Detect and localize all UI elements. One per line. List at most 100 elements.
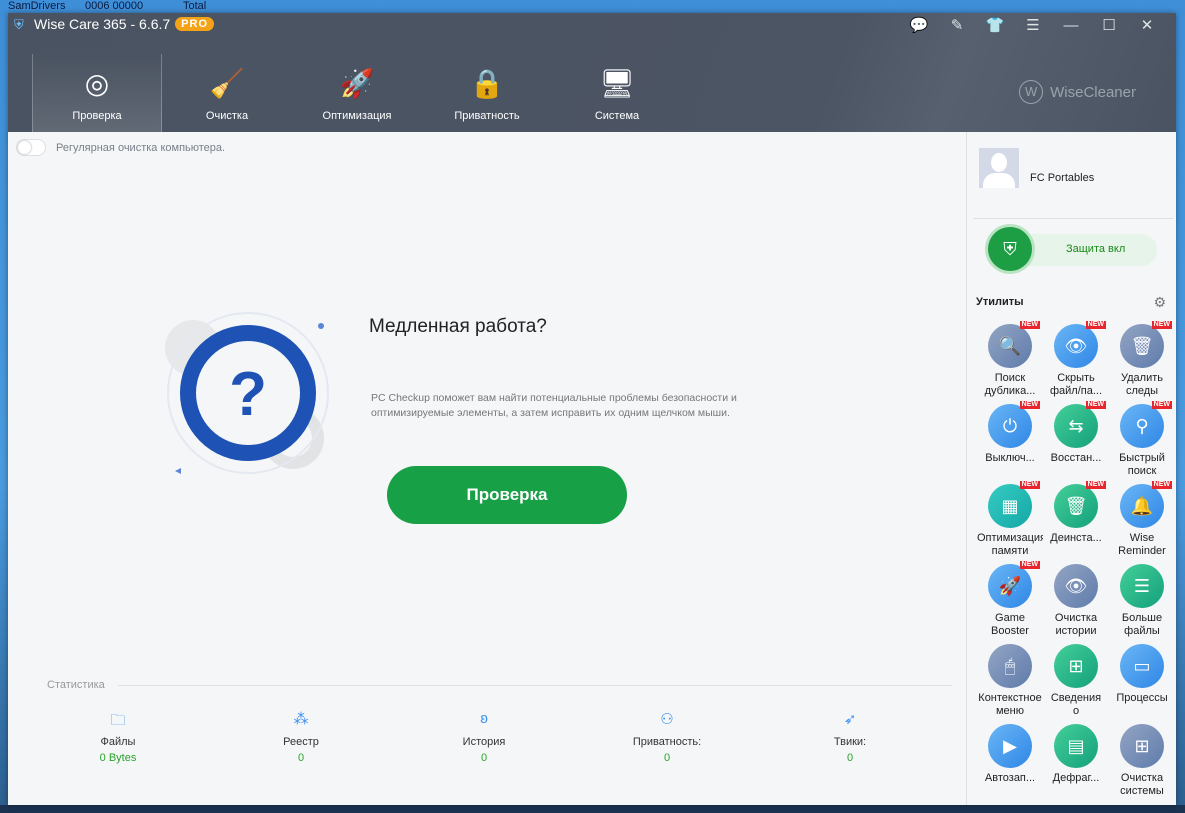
stat-label: Твики: <box>833 736 867 748</box>
utility-icon: 🖱 <box>988 644 1032 688</box>
utility-label: Удалить <box>1121 372 1163 384</box>
new-badge: NEW <box>1151 321 1172 329</box>
utility-label: Автозап... <box>984 772 1036 784</box>
utility-label-2: файлы <box>1124 625 1160 637</box>
utility-item[interactable]: ▦ NEW Оптимизация памяти <box>977 481 1043 558</box>
question-illustration: ? <box>165 312 329 474</box>
utility-icon: ⊞ <box>1120 724 1164 768</box>
utility-item[interactable]: ▤ Дефраг... <box>1043 724 1109 785</box>
utility-label: Очистка <box>1054 612 1098 624</box>
utility-label: Поиск <box>994 372 1026 384</box>
edit-icon[interactable]: ✎ <box>938 16 976 36</box>
utility-item[interactable]: ☰ Больше файлы <box>1109 564 1175 638</box>
toggle-label: Регулярная очистка компьютера. <box>56 141 226 154</box>
new-badge: NEW <box>1019 401 1040 409</box>
checkup-button[interactable]: Проверка <box>387 466 627 524</box>
utility-item[interactable]: 🗑 NEW Деинста... <box>1043 481 1109 545</box>
protection-toggle[interactable]: ⛨ Защита вкл <box>988 227 1157 271</box>
stat-4: ➶ Твики: 0 <box>790 710 910 764</box>
tab-system[interactable]: 🖥 Система <box>552 54 682 132</box>
stat-2: ʚ История 0 <box>424 710 544 764</box>
utility-label-2: памяти <box>991 545 1029 557</box>
utility-icon: 👁 <box>1054 564 1098 608</box>
utility-icon: ▶ <box>988 724 1032 768</box>
utility-icon: 🗑 NEW <box>1120 321 1172 368</box>
utility-icon: 🚀 NEW <box>988 561 1040 608</box>
close-button[interactable]: ✕ <box>1128 16 1166 36</box>
utility-label: Восстан... <box>1050 452 1102 464</box>
scheduled-clean-toggle[interactable] <box>16 139 46 156</box>
utility-item[interactable]: 🖱 Контекстное меню <box>977 644 1043 718</box>
utility-icon: 🗑 NEW <box>1054 481 1106 528</box>
stat-value: 0 <box>297 752 305 764</box>
utility-item[interactable]: 🔍 NEW Поиск дублика... <box>977 321 1043 398</box>
utility-label: Выключ... <box>985 452 1035 464</box>
utility-item[interactable]: 🔔 NEW Wise Reminder <box>1109 481 1175 558</box>
utility-item[interactable]: 🗑 NEW Удалить следы <box>1109 321 1175 398</box>
utility-label-2: файл/па... <box>1049 385 1103 397</box>
utility-item[interactable]: ▶ Автозап... <box>977 724 1043 785</box>
utility-item[interactable]: 👁 Очистка истории <box>1043 564 1109 638</box>
new-badge: NEW <box>1085 401 1106 409</box>
shield-logo-icon: ⛨ <box>14 17 24 32</box>
desktop-taskbar <box>0 805 1185 813</box>
new-badge: NEW <box>1019 481 1040 489</box>
stat-1: ⁂ Реестр 0 <box>241 710 361 764</box>
utility-label: Оптимизация <box>977 532 1043 544</box>
utility-item[interactable]: ⇆ NEW Восстан... <box>1043 401 1109 465</box>
utility-icon: ▤ <box>1054 724 1098 768</box>
avatar[interactable] <box>979 148 1019 188</box>
utility-item[interactable]: ⚲ NEW Быстрый поиск <box>1109 401 1175 478</box>
divider <box>118 685 952 686</box>
utility-item[interactable]: 🚀 NEW Game Booster <box>977 561 1043 638</box>
utility-label-2: системы <box>1120 785 1164 797</box>
minimize-button[interactable]: — <box>1052 16 1090 36</box>
username[interactable]: FC Portables <box>1030 172 1094 184</box>
tab-privacy[interactable]: 🔒 Приватность <box>422 54 552 132</box>
new-badge: NEW <box>1151 401 1172 409</box>
utility-item[interactable]: ⊞ Сведения о <box>1043 644 1109 718</box>
gear-icon[interactable]: ⚙ <box>1153 294 1166 311</box>
new-badge: NEW <box>1019 321 1040 329</box>
desktop-strip: SamDrivers 0006 00000 Total <box>0 0 1185 13</box>
folder-icon: 🗀 <box>110 712 126 729</box>
skin-icon[interactable]: 👕 <box>976 16 1014 36</box>
feedback-icon[interactable]: 💬 <box>900 16 938 36</box>
utilities-title: Утилиты <box>976 296 1024 308</box>
utility-label: Контекстное <box>978 692 1042 704</box>
utility-label: Деинста... <box>1050 532 1102 544</box>
stats-title: Статистика <box>47 679 105 691</box>
utility-label-2: следы <box>1125 385 1159 397</box>
desktop-text: 0006 00000 <box>85 0 144 12</box>
stat-3: ⚇ Приватность: 0 <box>607 710 727 764</box>
tab-checkup[interactable]: ◎ Проверка <box>32 54 162 132</box>
new-badge: NEW <box>1019 561 1040 569</box>
utility-icon: 🔔 NEW <box>1120 481 1172 528</box>
utility-icon: ⇆ NEW <box>1054 401 1106 448</box>
w-logo-icon: W <box>1019 80 1044 104</box>
tab-optimization[interactable]: 🚀 Оптимизация <box>292 54 422 132</box>
stat-0: 🗀 Файлы 0 Bytes <box>58 710 178 764</box>
utility-label-2: дублика... <box>984 385 1036 397</box>
app-title: Wise Care 365 - 6.6.7 <box>34 16 171 32</box>
utility-item[interactable]: 👁 NEW Скрыть файл/па... <box>1043 321 1109 398</box>
user-lock-icon: ⚇ <box>660 711 674 728</box>
shield-lock-icon: 🔒 <box>469 68 505 99</box>
registry-icon: ⁂ <box>293 711 309 728</box>
maximize-button[interactable]: ☐ <box>1090 16 1128 36</box>
utility-icon: ⊞ <box>1054 644 1098 688</box>
utility-label: Wise <box>1129 532 1155 544</box>
utility-label: Дефраг... <box>1052 772 1100 784</box>
title-bar: ⛨ Wise Care 365 - 6.6.7 PRO <box>14 16 215 32</box>
tab-cleaner[interactable]: 🧹 Очистка <box>162 54 292 132</box>
rocket-icon: 🚀 <box>339 68 375 99</box>
stat-label: Приватность: <box>632 736 702 748</box>
tab-label: Очистка <box>205 110 249 122</box>
wisecleaner-logo[interactable]: W WiseCleaner <box>1019 80 1136 104</box>
tab-label: Оптимизация <box>322 110 392 122</box>
utility-item[interactable]: ⏻ NEW Выключ... <box>977 401 1043 465</box>
stat-label: Реестр <box>283 736 319 748</box>
menu-icon[interactable]: ☰ <box>1014 16 1052 36</box>
utility-item[interactable]: ⊞ Очистка системы <box>1109 724 1175 798</box>
utility-item[interactable]: ▭ Процессы <box>1109 644 1175 705</box>
